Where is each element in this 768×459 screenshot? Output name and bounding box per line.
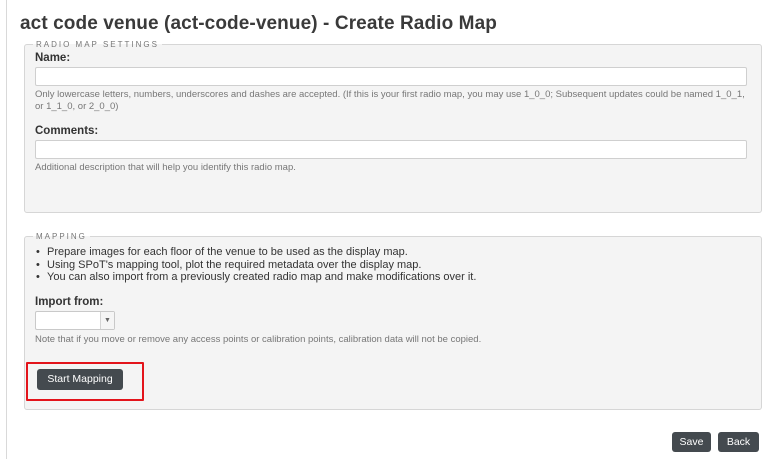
- back-button[interactable]: Back: [718, 432, 759, 452]
- page-title: act code venue (act-code-venue) - Create…: [20, 13, 497, 34]
- radio-map-settings-panel: RADIO MAP SETTINGS Name: Only lowercase …: [24, 40, 762, 213]
- mapping-instructions-list: Prepare images for each floor of the ven…: [35, 246, 761, 284]
- left-border-rule: [6, 0, 7, 459]
- mapping-legend: MAPPING: [36, 232, 87, 241]
- import-from-label: Import from:: [35, 295, 104, 308]
- radio-map-settings-legend: RADIO MAP SETTINGS: [36, 40, 159, 49]
- import-from-select[interactable]: ▼: [35, 310, 115, 330]
- name-help-text: Only lowercase letters, numbers, undersc…: [35, 89, 745, 112]
- save-button[interactable]: Save: [672, 432, 711, 452]
- list-item: Prepare images for each floor of the ven…: [36, 246, 761, 259]
- list-item: Using SPoT's mapping tool, plot the requ…: [36, 259, 761, 272]
- start-mapping-button[interactable]: Start Mapping: [37, 369, 123, 390]
- comments-help-text: Additional description that will help yo…: [35, 162, 296, 173]
- chevron-down-icon[interactable]: ▼: [100, 311, 114, 329]
- comments-input[interactable]: [35, 140, 747, 159]
- import-note-text: Note that if you move or remove any acce…: [35, 333, 482, 345]
- name-input[interactable]: [35, 67, 747, 86]
- list-item: You can also import from a previously cr…: [36, 271, 761, 284]
- name-label: Name:: [35, 52, 71, 64]
- comments-label: Comments:: [35, 125, 99, 137]
